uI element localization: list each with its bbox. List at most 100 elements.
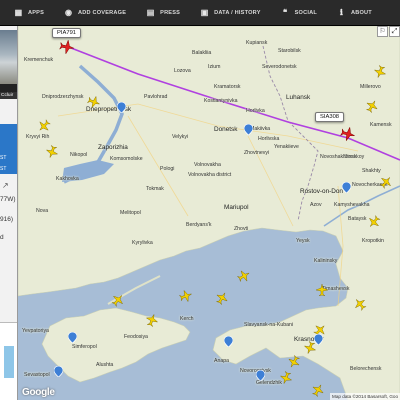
city-komsomolske: Komsomolske: [110, 156, 143, 162]
airline-fragment: Ccluir: [0, 92, 17, 99]
nav-press[interactable]: ▤ PRESS: [146, 8, 180, 17]
nav-about[interactable]: ℹ ABOUT: [337, 8, 372, 17]
city-melitopol: Melitopol: [120, 210, 141, 216]
city-sevastopol: Sevastopol: [24, 372, 50, 378]
city-luhansk: Luhansk: [286, 94, 311, 101]
info-icon: ℹ: [339, 7, 344, 17]
city-volnovakha-district: Volnovakha district: [188, 172, 232, 178]
grid-icon: ▦: [14, 7, 23, 17]
nav-apps[interactable]: ▦ APPS: [14, 8, 44, 17]
city-severodonetsk: Severodonetsk: [262, 64, 297, 70]
airport-donetsk-icon[interactable]: [244, 124, 253, 135]
flight-map[interactable]: Kremenchuk Dniprodzerzhynsk Dnepropetrov…: [18, 26, 400, 400]
city-velykyi: Velykyi: [172, 134, 189, 140]
flight-label-pia791[interactable]: PIA791: [52, 28, 82, 38]
airport-sevastopol-icon[interactable]: [54, 366, 63, 377]
city-balakliia: Balakliia: [192, 50, 212, 56]
departure-fragment: ST: [0, 155, 7, 161]
map-attribution[interactable]: Map data ©2014 Basarsoft, Goo: [330, 393, 400, 400]
city-kropotkin: Kropotkin: [362, 238, 384, 244]
airport-rostov-icon[interactable]: [342, 182, 351, 193]
city-kyrylivka: Kyrylivka: [132, 240, 153, 246]
airport-gelendzhik-icon[interactable]: [256, 370, 265, 381]
city-pologi: Pologi: [160, 166, 175, 172]
arrival-fragment: ST: [0, 166, 7, 172]
nav-add-coverage-label: ADD COVERAGE: [78, 9, 127, 16]
city-kakhovka: Kakhovka: [56, 176, 79, 182]
flag-icon[interactable]: ⚐: [377, 26, 388, 37]
expand-icon[interactable]: ⤢: [389, 26, 400, 37]
city-nova: Nova: [36, 208, 49, 214]
nav-apps-label: APPS: [28, 9, 45, 16]
plane-icon[interactable]: [316, 284, 328, 296]
share-icon[interactable]: ↗: [2, 181, 9, 190]
city-yeysk: Yeysk: [296, 238, 310, 244]
city-millerovo: Millerovo: [360, 84, 381, 90]
city-azov: Azov: [310, 202, 322, 208]
aircraft-type-fragment: 77W): [0, 196, 16, 203]
city-starobilsk: Starobilsk: [278, 48, 301, 54]
city-yenakiieve: Yenakiieve: [274, 144, 299, 150]
photo-credit: [0, 84, 17, 92]
city-kerch: Kerch: [180, 316, 194, 322]
plane-pia791-selected-icon[interactable]: [59, 39, 75, 55]
city-alushta: Alushta: [96, 362, 114, 368]
city-zhovtnevyi: Zhovtnevyi: [244, 150, 270, 156]
city-rostov: Rostov-on-Don: [300, 188, 343, 195]
city-volnovakha: Volnovakha: [194, 162, 221, 168]
airport-anapa-icon[interactable]: [224, 336, 233, 347]
city-horlivska: Horlivska: [258, 136, 280, 142]
airport-dnepropetrovsk-icon[interactable]: [117, 102, 126, 113]
crimea-peninsula: [41, 307, 191, 383]
city-simferopol: Simferopol: [72, 344, 97, 350]
city-belorechensk: Belorechensk: [350, 366, 382, 372]
detail-fragment: d: [0, 234, 4, 241]
flight-info-sidebar: Ccluir ST ST ↗ 77W) 916) d: [0, 26, 18, 400]
city-izium: Izium: [208, 64, 221, 70]
registration-fragment: 916): [0, 216, 14, 223]
aircraft-photo: [0, 30, 17, 84]
city-slavyansk: Slavyansk-na-Kubani: [244, 322, 294, 328]
city-zhovti: Zhovti: [234, 226, 249, 232]
city-dniprodzerzhynsk: Dniprodzerzhynsk: [42, 94, 84, 100]
city-berdyansk: Berdyans'k: [186, 222, 212, 228]
city-pavlohrad: Pavlohrad: [144, 94, 168, 100]
nav-social[interactable]: ❝ SOCIAL: [281, 8, 317, 17]
ad-image: [4, 346, 14, 378]
city-anapa: Anapa: [214, 358, 230, 364]
city-bataysk: Bataysk: [348, 216, 367, 222]
city-kremenchuk: Kremenchuk: [24, 57, 54, 63]
database-icon: ▣: [200, 7, 209, 17]
city-mariupol: Mariupol: [224, 204, 249, 211]
city-horlivka: Horlivka: [246, 108, 265, 114]
city-kryvyi-rih: Kryvyi Rih: [26, 134, 50, 140]
city-kupiansk: Kupiansk: [246, 40, 268, 46]
city-shakhty: Shakhty: [362, 168, 381, 174]
nav-social-label: SOCIAL: [294, 9, 317, 16]
city-donetsk: Donetsk: [214, 126, 238, 133]
nav-data-history-label: DATA / HISTORY: [214, 9, 261, 16]
google-logo: Google: [22, 387, 55, 398]
quote-icon: ❝: [282, 7, 288, 17]
city-tokmak: Tokmak: [146, 186, 164, 192]
city-zaporizhia: Zaporizhia: [98, 144, 128, 151]
top-navigation-bar: ▦ APPS ◉ ADD COVERAGE ▤ PRESS ▣ DATA / H…: [0, 0, 400, 26]
newspaper-icon: ▤: [146, 7, 155, 17]
flight-label-sia308[interactable]: SIA308: [315, 112, 345, 122]
city-novoshakhtinsk: Novoshakhtinsk: [320, 154, 357, 160]
city-kostiantynivka: Kostiantynivka: [204, 98, 238, 104]
airport-simferopol-icon[interactable]: [68, 332, 77, 343]
nav-add-coverage[interactable]: ◉ ADD COVERAGE: [64, 8, 126, 17]
city-makiivka: Makiivka: [250, 126, 271, 132]
city-nikopol: Nikopol: [70, 152, 88, 158]
city-kamyshevakha: Kamyshevakha: [334, 202, 370, 208]
nav-data-history[interactable]: ▣ DATA / HISTORY: [200, 8, 261, 17]
city-kalininsky: Kalininsky: [314, 258, 338, 264]
nav-about-label: ABOUT: [350, 9, 372, 16]
airport-krasnodar-icon[interactable]: [314, 334, 323, 345]
city-feodosiya: Feodosiya: [124, 334, 148, 340]
eye-icon: ◉: [64, 7, 73, 17]
map-controls: ⚐ ⤢: [376, 26, 400, 37]
nav-press-label: PRESS: [160, 9, 181, 16]
city-kamensk: Kamensk: [370, 122, 392, 128]
